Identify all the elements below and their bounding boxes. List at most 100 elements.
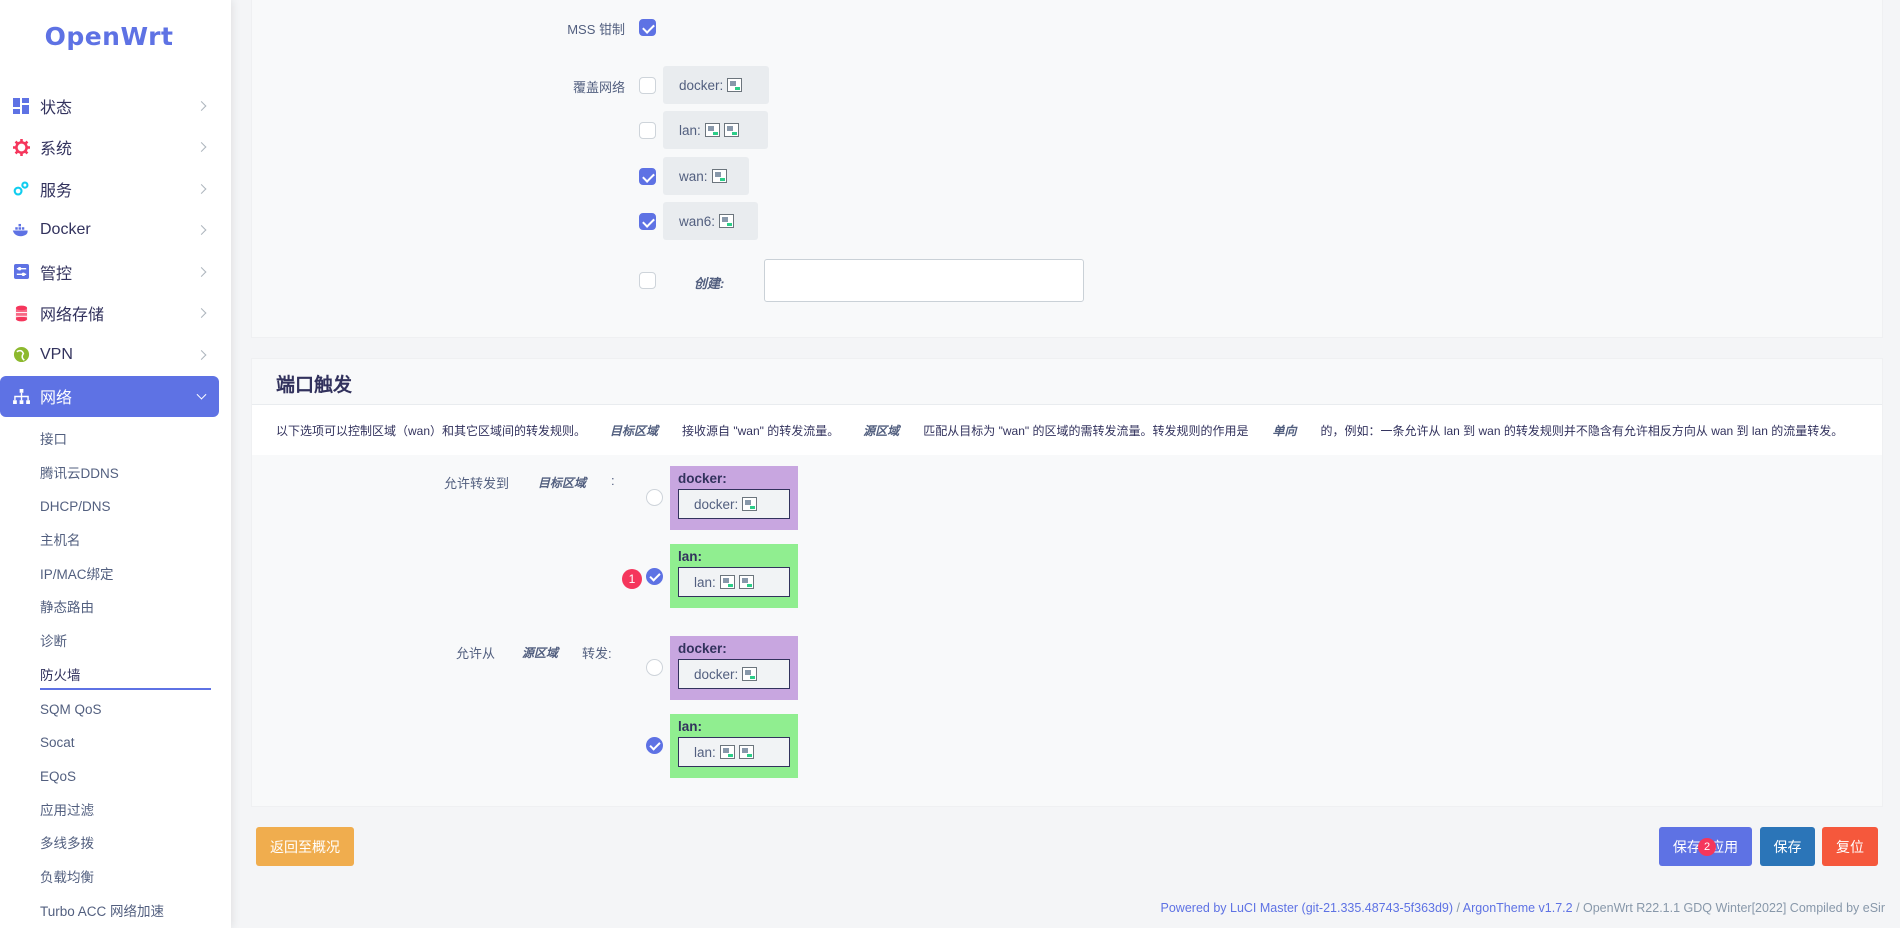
zone-name: docker:	[678, 471, 727, 486]
save-button[interactable]: 保存	[1760, 827, 1815, 866]
menu-item-label: 网络	[40, 390, 73, 408]
menu-item-network[interactable]: 网络	[0, 375, 219, 417]
create-network-checkbox[interactable]	[639, 272, 656, 289]
desc-emphasis: 目标区域	[610, 424, 659, 438]
menu-item-label: Docker	[40, 221, 91, 239]
zone-interfaces: lan:	[678, 737, 790, 767]
bridge-interface-icon	[742, 667, 758, 681]
submenu-item-multi-dial[interactable]: 多线多拨	[0, 827, 231, 861]
network-icon	[12, 387, 30, 405]
zone-box-docker: docker: docker:	[670, 636, 798, 700]
bridge-interface-icon	[719, 575, 735, 589]
submenu-item-tencent-ddns[interactable]: 腾讯云DDNS	[0, 457, 231, 491]
wifi-interface-icon	[738, 575, 754, 589]
zone-interface-label: lan:	[694, 744, 716, 760]
menu-item-system[interactable]: 系统	[0, 127, 231, 169]
forward-to-lan-checkbox[interactable]	[646, 568, 663, 585]
footer-separator: /	[1453, 901, 1463, 915]
chevron-right-icon	[196, 308, 207, 319]
forward-from-label: 允许从	[456, 646, 496, 661]
menu-item-services[interactable]: 服务	[0, 168, 231, 210]
submenu-item-firewall[interactable]: 防火墙	[0, 659, 231, 693]
gear-icon	[12, 138, 30, 156]
step-badge-2: 2	[1698, 838, 1716, 856]
desc-text: 匹配从目标为 "wan" 的区域的需转发流量。转发规则的作用是	[923, 424, 1249, 438]
forward-to-colon: :	[611, 473, 615, 488]
forward-from-docker-checkbox[interactable]	[646, 659, 663, 676]
menu-item-vpn[interactable]: VPN	[0, 334, 231, 376]
bridge-interface-icon	[742, 497, 758, 511]
submenu-item-dhcp-dns[interactable]: DHCP/DNS	[0, 490, 231, 524]
menu-item-status[interactable]: 状态	[0, 85, 231, 127]
forward-to-docker-checkbox[interactable]	[646, 489, 663, 506]
forward-from-lan-checkbox[interactable]	[646, 737, 663, 754]
services-icon	[12, 180, 30, 198]
zone-interface-label: docker:	[694, 496, 739, 512]
chevron-right-icon	[196, 225, 207, 236]
network-checkbox-lan[interactable]	[639, 122, 656, 139]
desc-emphasis: 单向	[1272, 424, 1297, 438]
submenu-item-diagnostics[interactable]: 诊断	[0, 625, 231, 659]
network-submenu: 接口 腾讯云DDNS DHCP/DNS 主机名 IP/MAC绑定 静态路由 诊断…	[0, 417, 231, 928]
submenu-item-sqm-qos[interactable]: SQM QoS	[0, 693, 231, 727]
menu-item-nas[interactable]: 网络存储	[0, 293, 231, 335]
main-menu: 状态 系统 服务 Docker 管控 网络存储 VPN 网络 接口 腾讯云DDN…	[0, 85, 231, 928]
submenu-item-static-routes[interactable]: 静态路由	[0, 591, 231, 625]
submenu-item-ip-mac-binding[interactable]: IP/MAC绑定	[0, 558, 231, 592]
submenu-item-eqos[interactable]: EQoS	[0, 760, 231, 794]
network-chip-label: docker:	[679, 77, 724, 93]
zone-interfaces: docker:	[678, 489, 790, 519]
zone-interfaces: docker:	[678, 659, 790, 689]
create-network-input[interactable]	[764, 259, 1084, 302]
network-checkbox-docker[interactable]	[639, 77, 656, 94]
bridge-interface-icon	[719, 214, 735, 228]
argon-theme-link[interactable]: ArgonTheme v1.7.2	[1463, 901, 1573, 915]
luci-link[interactable]: Powered by LuCI Master (git-21.335.48743…	[1161, 901, 1454, 915]
section-title: 端口触发	[276, 375, 353, 396]
reset-button[interactable]: 复位	[1822, 827, 1878, 866]
back-to-overview-button[interactable]: 返回至概况	[256, 827, 354, 866]
network-chip-label: wan:	[679, 168, 708, 184]
submenu-item-socat[interactable]: Socat	[0, 726, 231, 760]
network-chip-wan: wan:	[663, 157, 749, 195]
docker-icon	[12, 221, 30, 239]
menu-item-label: 服务	[40, 182, 73, 200]
menu-item-label: 网络存储	[40, 307, 105, 325]
network-chip-wan6: wan6:	[663, 202, 758, 240]
chevron-down-icon	[196, 389, 207, 400]
zone-interface-label: docker:	[694, 666, 739, 682]
zone-box-lan: lan: lan:	[670, 714, 798, 778]
page-footer: Powered by LuCI Master (git-21.335.48743…	[1161, 901, 1885, 915]
sidebar: OpenWrt 状态 系统 服务 Docker 管控 网络存储 VPN 网络 接…	[0, 0, 231, 928]
zone-interfaces: lan:	[678, 567, 790, 597]
menu-item-label: 状态	[40, 99, 73, 117]
submenu-item-interfaces[interactable]: 接口	[0, 423, 231, 457]
bridge-interface-icon	[704, 123, 720, 137]
submenu-item-app-filter[interactable]: 应用过滤	[0, 794, 231, 828]
desc-emphasis: 源区域	[863, 424, 900, 438]
step-badge-1: 1	[622, 569, 642, 589]
menu-item-docker[interactable]: Docker	[0, 210, 231, 252]
menu-item-control[interactable]: 管控	[0, 251, 231, 293]
submenu-item-turbo-acc[interactable]: Turbo ACC 网络加速	[0, 895, 231, 928]
forwarding-description: 以下选项可以控制区域（wan）和其它区域间的转发规则。 目标区域 接收源自 "w…	[276, 422, 1843, 439]
chevron-right-icon	[196, 183, 207, 194]
dashboard-icon	[12, 97, 30, 115]
mss-clamping-checkbox[interactable]	[639, 19, 656, 36]
network-checkbox-wan6[interactable]	[639, 213, 656, 230]
database-icon	[12, 304, 30, 322]
network-chip-docker: docker:	[663, 66, 769, 104]
create-network-label: 创建:	[694, 276, 725, 291]
openwrt-logo[interactable]: OpenWrt	[0, 22, 218, 51]
network-checkbox-wan[interactable]	[639, 168, 656, 185]
zone-name: lan:	[678, 549, 703, 564]
submenu-item-load-balance[interactable]: 负载均衡	[0, 861, 231, 895]
forward-from-zone-label: 源区域	[522, 646, 559, 660]
zone-box-docker: docker: docker:	[670, 466, 798, 530]
globe-icon	[12, 346, 30, 364]
chevron-right-icon	[196, 100, 207, 111]
menu-item-label: 系统	[40, 141, 73, 159]
network-chip-lan: lan:	[663, 111, 768, 149]
submenu-item-hostnames[interactable]: 主机名	[0, 524, 231, 558]
sliders-icon	[12, 263, 30, 281]
